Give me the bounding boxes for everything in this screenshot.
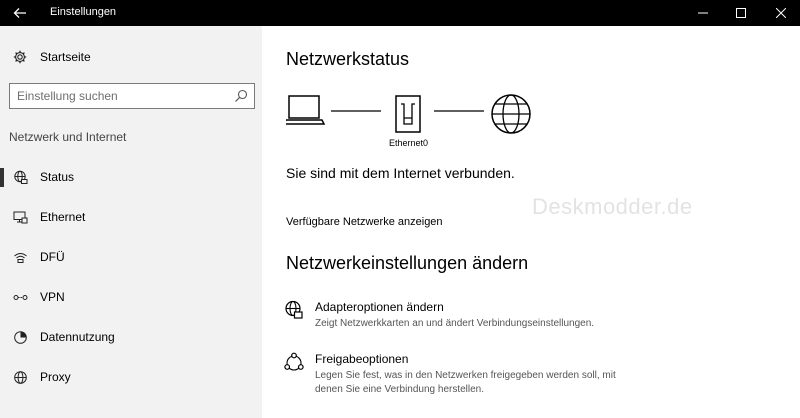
- option-description: Zeigt Netzwerkkarten an und ändert Verbi…: [315, 318, 595, 329]
- globe-icon: [12, 369, 28, 385]
- sidebar-item-label: Proxy: [40, 370, 71, 384]
- back-arrow-icon: [13, 8, 26, 18]
- sidebar-item-status[interactable]: Status: [0, 162, 262, 192]
- sidebar-item-dfue[interactable]: DFÜ: [0, 242, 262, 272]
- option-description: Legen Sie fest, was in den Netzwerken fr…: [315, 370, 616, 395]
- sidebar-item-label: DFÜ: [40, 250, 65, 264]
- maximize-button[interactable]: [724, 0, 758, 26]
- adapter-options-item[interactable]: Adapteroptionen ändern Zeigt Netzwerkkar…: [284, 300, 704, 340]
- sidebar: Startseite Netzwerk und Internet Status: [0, 26, 262, 418]
- ethernet-adapter-icon: [395, 95, 421, 133]
- minimize-button[interactable]: [686, 0, 720, 26]
- sidebar-item-proxy[interactable]: Proxy: [0, 362, 262, 392]
- globe-network-icon: [12, 169, 28, 185]
- close-icon: [776, 8, 786, 18]
- sidebar-item-label: Datennutzung: [40, 330, 115, 344]
- title-bar: Einstellungen: [0, 0, 800, 26]
- watermark: Deskmodder.de: [532, 194, 693, 219]
- minimize-icon: [698, 12, 708, 14]
- option-title: Freigabeoptionen: [315, 352, 409, 366]
- search-icon[interactable]: [233, 88, 249, 104]
- main-content: Netzwerkstatus Ethernet0 Sie sind mit de…: [262, 26, 800, 418]
- section-heading: Netzwerkeinstellungen ändern: [286, 253, 529, 273]
- connection-status: Sie sind mit dem Internet verbunden.: [286, 165, 515, 181]
- sidebar-item-label: Status: [40, 170, 75, 184]
- home-label: Startseite: [40, 50, 91, 64]
- vpn-icon: [12, 289, 28, 305]
- show-networks-link[interactable]: Verfügbare Netzwerke anzeigen: [286, 216, 443, 228]
- close-button[interactable]: [764, 0, 798, 26]
- window-title: Einstellungen: [50, 6, 117, 18]
- sharing-options-item[interactable]: Freigabeoptionen Legen Sie fest, was in …: [284, 352, 704, 395]
- sidebar-item-ethernet[interactable]: Ethernet: [0, 202, 262, 232]
- page-title: Netzwerkstatus: [286, 49, 410, 69]
- search-input[interactable]: [10, 84, 230, 107]
- dialup-icon: [12, 249, 28, 265]
- sidebar-item-data-usage[interactable]: Datennutzung: [0, 322, 262, 352]
- data-usage-icon: [12, 329, 28, 345]
- maximize-icon: [736, 8, 746, 18]
- gear-icon: [12, 49, 28, 65]
- internet-globe-icon: [491, 94, 531, 134]
- laptop-icon: [286, 95, 326, 125]
- back-button[interactable]: [0, 0, 40, 26]
- sidebar-item-vpn[interactable]: VPN: [0, 282, 262, 312]
- share-icon: [284, 352, 304, 371]
- option-title: Adapteroptionen ändern: [315, 300, 444, 314]
- adapter-label: Ethernet0: [389, 138, 429, 148]
- settings-search-box[interactable]: [9, 83, 255, 109]
- ethernet-monitor-icon: [12, 209, 28, 225]
- sidebar-item-label: VPN: [40, 290, 65, 304]
- home-nav-item[interactable]: Startseite: [0, 42, 262, 72]
- section-title: Netzwerk und Internet: [9, 130, 127, 144]
- sidebar-item-label: Ethernet: [40, 210, 86, 224]
- adapter-globe-icon: [285, 300, 303, 319]
